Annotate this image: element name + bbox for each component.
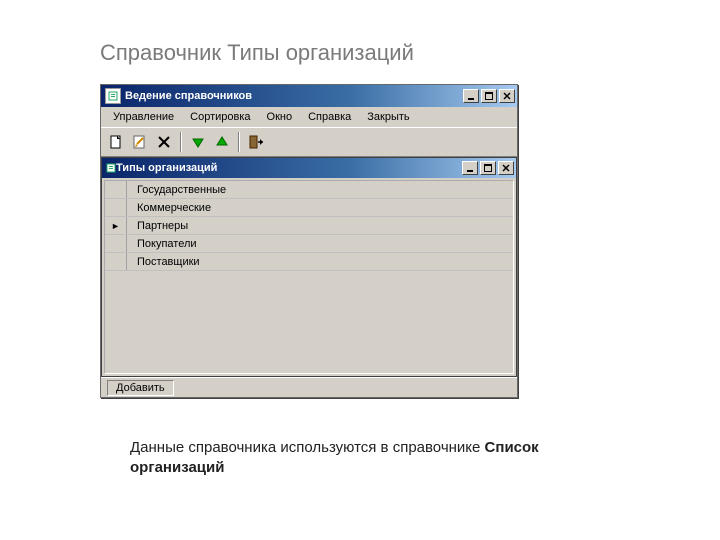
- sort-down-icon[interactable]: [187, 131, 209, 153]
- child-title-text: Типы организаций: [116, 162, 462, 174]
- child-close-button[interactable]: [498, 161, 514, 175]
- delete-icon[interactable]: [153, 131, 175, 153]
- menu-window[interactable]: Окно: [259, 109, 301, 125]
- child-minimize-button[interactable]: [462, 161, 478, 175]
- table-row[interactable]: ► Партнеры: [105, 217, 513, 235]
- caption-text: Данные справочника используются в справо…: [130, 439, 485, 456]
- table-row[interactable]: Поставщики: [105, 253, 513, 271]
- menu-help[interactable]: Справка: [300, 109, 359, 125]
- sort-up-icon[interactable]: [211, 131, 233, 153]
- child-window: Типы организаций Государственные Комме: [101, 157, 517, 377]
- row-indicator: [105, 235, 127, 252]
- exit-icon[interactable]: [245, 131, 267, 153]
- menu-bar: Управление Сортировка Окно Справка Закры…: [101, 107, 517, 127]
- main-window: Ведение справочников Управление Сортиров…: [100, 84, 518, 398]
- row-indicator: [105, 199, 127, 216]
- row-indicator: [105, 181, 127, 198]
- status-bar: Добавить: [101, 377, 517, 397]
- toolbar: [101, 127, 517, 157]
- close-button[interactable]: [499, 89, 515, 103]
- row-cell[interactable]: Партнеры: [127, 220, 513, 232]
- menu-sort[interactable]: Сортировка: [182, 109, 258, 125]
- main-title-text: Ведение справочников: [125, 90, 463, 102]
- row-indicator-current: ►: [105, 217, 127, 234]
- slide-title: Справочник Типы организаций: [100, 40, 620, 66]
- toolbar-separator: [180, 132, 182, 152]
- row-cell[interactable]: Коммерческие: [127, 202, 513, 214]
- mdi-client-area: Типы организаций Государственные Комме: [101, 157, 517, 377]
- edit-icon[interactable]: [129, 131, 151, 153]
- child-maximize-button[interactable]: [480, 161, 496, 175]
- child-titlebar[interactable]: Типы организаций: [102, 158, 516, 178]
- row-cell[interactable]: Поставщики: [127, 256, 513, 268]
- main-titlebar[interactable]: Ведение справочников: [101, 85, 517, 107]
- row-indicator: [105, 253, 127, 270]
- minimize-button[interactable]: [463, 89, 479, 103]
- table-row[interactable]: Покупатели: [105, 235, 513, 253]
- row-cell[interactable]: Покупатели: [127, 238, 513, 250]
- status-text: Добавить: [107, 380, 174, 396]
- new-icon[interactable]: [105, 131, 127, 153]
- slide-caption: Данные справочника используются в справо…: [130, 438, 590, 479]
- maximize-button[interactable]: [481, 89, 497, 103]
- menu-manage[interactable]: Управление: [105, 109, 182, 125]
- data-grid[interactable]: Государственные Коммерческие ► Партнеры …: [104, 180, 514, 374]
- child-window-icon: [106, 163, 116, 173]
- table-row[interactable]: Государственные: [105, 181, 513, 199]
- menu-close[interactable]: Закрыть: [359, 109, 417, 125]
- row-cell[interactable]: Государственные: [127, 184, 513, 196]
- app-icon: [105, 88, 121, 104]
- table-row[interactable]: Коммерческие: [105, 199, 513, 217]
- toolbar-separator: [238, 132, 240, 152]
